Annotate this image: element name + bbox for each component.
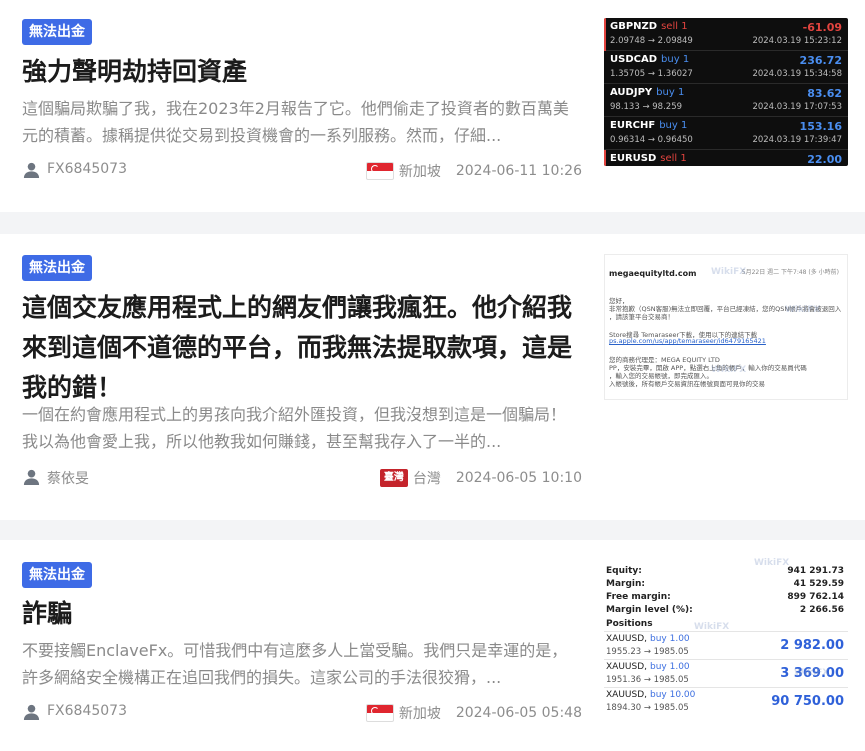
article-title[interactable]: 強力聲明劫持回資產 bbox=[22, 52, 582, 92]
article-card[interactable]: 無法出金 強力聲明劫持回資產 這個騙局欺騙了我，我在2023年2月報告了它。他們… bbox=[0, 0, 865, 212]
watermark: WikiFX bbox=[694, 622, 730, 632]
email-link[interactable]: ps.apple.com/us/app/temaraseer/id6479165… bbox=[609, 337, 766, 345]
trade-row: USDCAD buy 1 1.35705 → 1.36027 236.72 202… bbox=[604, 51, 848, 84]
article-title[interactable]: 這個交友應用程式上的網友們讓我瘋狂。他介紹我來到這個不道德的平台，而我無法提取款… bbox=[22, 288, 582, 410]
article-thumbnail[interactable]: megaequityltd.com 5月22日 週二 下午7:48 (多 小時前… bbox=[604, 254, 848, 400]
author-name[interactable]: 蔡依旻 bbox=[47, 468, 89, 488]
account-row: Equity: 941 291.73 bbox=[606, 566, 844, 576]
watermark: WikiFX bbox=[794, 668, 830, 678]
position-row: XAUUSD, buy 10.00 1894.30 → 1985.05 90 75… bbox=[604, 687, 848, 715]
position-row: XAUUSD, buy 1.00 1955.23 → 1985.05 2 982.… bbox=[604, 631, 848, 659]
article-meta: FX6845073 新加坡 2024-06-11 10:26 bbox=[22, 159, 582, 181]
author-name[interactable]: FX6845073 bbox=[47, 161, 127, 177]
avatar-icon bbox=[23, 469, 40, 486]
region-info: 新加坡 2024-06-05 05:48 bbox=[365, 703, 582, 723]
region-info: 新加坡 2024-06-11 10:26 bbox=[365, 161, 582, 181]
email-timestamp: 5月22日 週二 下午7:48 (多 小時前) bbox=[741, 269, 839, 276]
sell-indicator bbox=[604, 18, 606, 51]
taiwan-flag-icon: 臺灣 bbox=[379, 469, 408, 487]
avatar-icon bbox=[23, 704, 40, 721]
post-date: 2024-06-05 10:10 bbox=[455, 470, 582, 486]
trade-row: GBPNZD sell 1 2.09748 → 2.09849 -61.09 20… bbox=[604, 18, 848, 51]
account-row: Free margin: 899 762.14 bbox=[606, 592, 844, 602]
category-badge[interactable]: 無法出金 bbox=[22, 562, 92, 588]
post-date: 2024-06-05 05:48 bbox=[455, 705, 582, 721]
watermark: WikiFX bbox=[711, 365, 747, 375]
region-name: 新加坡 bbox=[398, 706, 441, 722]
article-excerpt: 一個在約會應用程式上的男孩向我介紹外匯投資，但我沒想到這是一個騙局！我以為他會愛… bbox=[22, 405, 567, 451]
account-row: Margin: 41 529.59 bbox=[606, 579, 844, 589]
region-name: 新加坡 bbox=[398, 164, 441, 180]
author-name[interactable]: FX6845073 bbox=[47, 703, 127, 719]
article-meta: 蔡依旻 臺灣 台灣 2024-06-05 10:10 bbox=[22, 466, 582, 488]
article-meta: FX6845073 新加坡 2024-06-05 05:48 bbox=[22, 701, 582, 723]
watermark: WikiFX bbox=[754, 558, 790, 568]
singapore-flag-icon bbox=[365, 704, 394, 722]
singapore-flag-icon bbox=[365, 162, 394, 180]
region-info: 臺灣 台灣 2024-06-05 10:10 bbox=[379, 468, 582, 488]
avatar-icon bbox=[23, 162, 40, 179]
positions-heading: Positions bbox=[606, 619, 653, 629]
trade-row: EURCHF buy 1 0.96314 → 0.96450 153.16 202… bbox=[604, 117, 848, 150]
article-excerpt: 不要接觸EnclaveFx。可惜我們中有這麼多人上當受騙。我們只是幸運的是，許多… bbox=[22, 641, 568, 687]
article-excerpt: 這個騙局欺騙了我，我在2023年2月報告了它。他們偷走了投資者的數百萬美元的積蓄… bbox=[22, 99, 569, 145]
watermark: WikiFX bbox=[711, 267, 747, 277]
sell-indicator bbox=[604, 150, 606, 166]
region-name: 台灣 bbox=[412, 471, 441, 487]
trade-row: AUDJPY buy 1 98.133 → 98.259 83.62 2024.0… bbox=[604, 84, 848, 117]
category-badge[interactable]: 無法出金 bbox=[22, 19, 92, 45]
category-badge[interactable]: 無法出金 bbox=[22, 255, 92, 281]
account-row: Margin level (%): 2 266.56 bbox=[606, 605, 844, 615]
email-sender: megaequityltd.com bbox=[609, 269, 697, 278]
trade-row: EURUSD sell 1 22.00 bbox=[604, 150, 848, 166]
post-date: 2024-06-11 10:26 bbox=[455, 163, 582, 179]
article-title[interactable]: 詐騙 bbox=[22, 594, 582, 634]
article-thumbnail[interactable]: GBPNZD sell 1 2.09748 → 2.09849 -61.09 20… bbox=[604, 18, 848, 166]
watermark: WikiFX bbox=[785, 305, 821, 315]
article-thumbnail[interactable]: Equity: 941 291.73 Margin: 41 529.59 Free … bbox=[604, 558, 848, 716]
